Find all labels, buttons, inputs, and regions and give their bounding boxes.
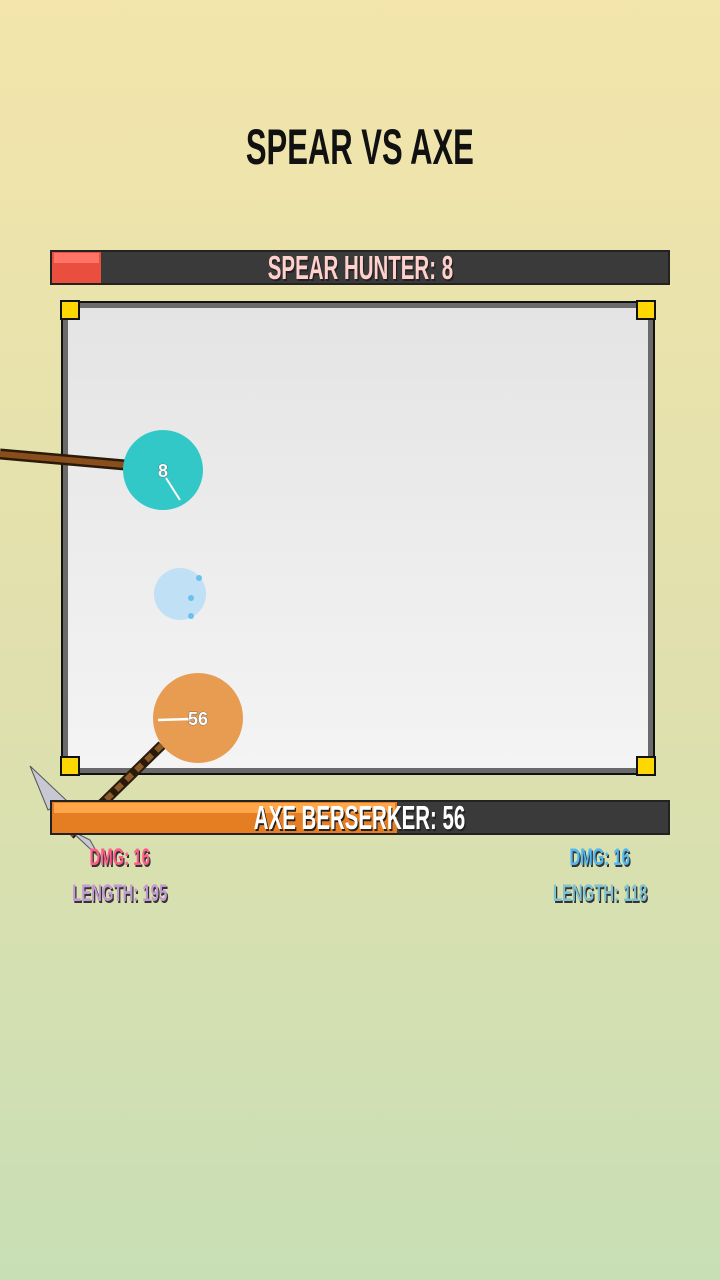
hit-particle: [188, 613, 194, 619]
axe-length-stat: LENGTH: 118: [552, 880, 648, 907]
axe-health-label: AXE BERSERKER: 56: [254, 800, 466, 835]
hit-particle: [196, 575, 202, 581]
axe-dmg-stat: DMG: 16: [569, 844, 631, 871]
axe-health-bar: AXE BERSERKER: 56: [50, 800, 670, 835]
spear-ball-number: 8: [158, 461, 168, 481]
spear-length-stat: LENGTH: 195: [72, 880, 168, 907]
axe-ball-number: 56: [188, 709, 208, 729]
battle-scene: 8 56: [0, 430, 243, 859]
hit-particle: [188, 595, 194, 601]
spear-dmg-stat: DMG: 16: [89, 844, 151, 871]
axe-ball-direction: [157, 717, 191, 722]
